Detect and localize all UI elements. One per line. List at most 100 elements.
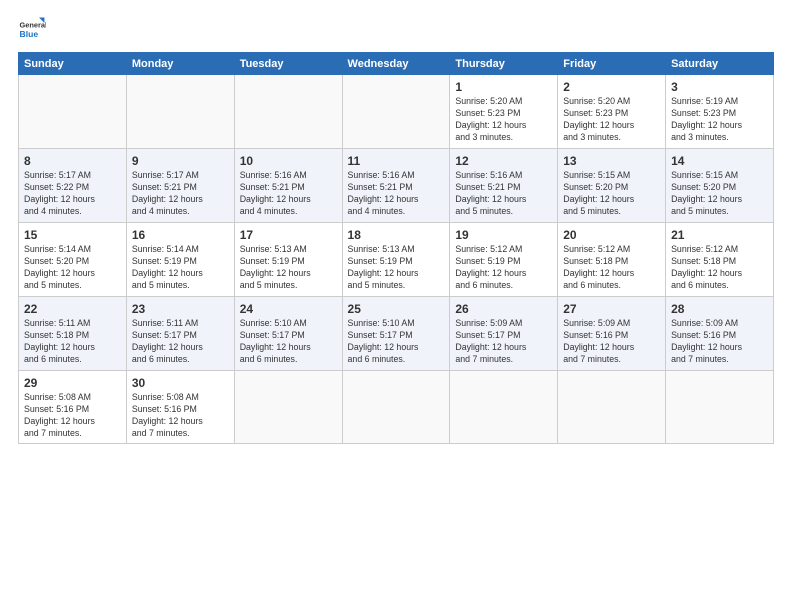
day-number: 16 [132, 227, 229, 243]
calendar-cell: 28Sunrise: 5:09 AMSunset: 5:16 PMDayligh… [666, 297, 774, 371]
day-number: 14 [671, 153, 768, 169]
day-number: 17 [240, 227, 337, 243]
day-info: Sunrise: 5:15 AMSunset: 5:20 PMDaylight:… [563, 170, 660, 218]
day-info: Sunrise: 5:14 AMSunset: 5:19 PMDaylight:… [132, 244, 229, 292]
calendar-cell: 19Sunrise: 5:12 AMSunset: 5:19 PMDayligh… [450, 223, 558, 297]
day-number: 1 [455, 79, 552, 95]
day-info: Sunrise: 5:16 AMSunset: 5:21 PMDaylight:… [455, 170, 552, 218]
calendar-header-row: SundayMondayTuesdayWednesdayThursdayFrid… [19, 53, 774, 75]
header-thursday: Thursday [450, 53, 558, 75]
calendar-cell: 20Sunrise: 5:12 AMSunset: 5:18 PMDayligh… [558, 223, 666, 297]
day-number: 9 [132, 153, 229, 169]
day-info: Sunrise: 5:11 AMSunset: 5:18 PMDaylight:… [24, 318, 121, 366]
header-saturday: Saturday [666, 53, 774, 75]
calendar-week-row: 1Sunrise: 5:20 AMSunset: 5:23 PMDaylight… [19, 75, 774, 149]
calendar-cell: 9Sunrise: 5:17 AMSunset: 5:21 PMDaylight… [126, 149, 234, 223]
day-info: Sunrise: 5:19 AMSunset: 5:23 PMDaylight:… [671, 96, 768, 144]
calendar-week-row: 8Sunrise: 5:17 AMSunset: 5:22 PMDaylight… [19, 149, 774, 223]
calendar-cell [342, 75, 450, 149]
day-info: Sunrise: 5:10 AMSunset: 5:17 PMDaylight:… [348, 318, 445, 366]
day-number: 29 [24, 375, 121, 391]
calendar-cell [342, 371, 450, 444]
calendar-cell: 30Sunrise: 5:08 AMSunset: 5:16 PMDayligh… [126, 371, 234, 444]
calendar-cell: 17Sunrise: 5:13 AMSunset: 5:19 PMDayligh… [234, 223, 342, 297]
day-info: Sunrise: 5:16 AMSunset: 5:21 PMDaylight:… [240, 170, 337, 218]
day-number: 12 [455, 153, 552, 169]
day-number: 8 [24, 153, 121, 169]
calendar-cell: 21Sunrise: 5:12 AMSunset: 5:18 PMDayligh… [666, 223, 774, 297]
calendar-cell: 13Sunrise: 5:15 AMSunset: 5:20 PMDayligh… [558, 149, 666, 223]
day-number: 10 [240, 153, 337, 169]
calendar-cell [558, 371, 666, 444]
day-number: 30 [132, 375, 229, 391]
logo-icon: General Blue [18, 16, 46, 44]
calendar-cell: 29Sunrise: 5:08 AMSunset: 5:16 PMDayligh… [19, 371, 127, 444]
calendar-cell: 12Sunrise: 5:16 AMSunset: 5:21 PMDayligh… [450, 149, 558, 223]
day-number: 2 [563, 79, 660, 95]
header-sunday: Sunday [19, 53, 127, 75]
calendar-cell [234, 75, 342, 149]
calendar-cell: 16Sunrise: 5:14 AMSunset: 5:19 PMDayligh… [126, 223, 234, 297]
day-number: 13 [563, 153, 660, 169]
calendar-week-row: 29 Sunrise: 5:08 AMSunset: 5:16 PMDayligh… [19, 371, 774, 444]
day-info: Sunrise: 5:13 AMSunset: 5:19 PMDaylight:… [240, 244, 337, 292]
calendar-cell: 15Sunrise: 5:14 AMSunset: 5:20 PMDayligh… [19, 223, 127, 297]
calendar-body: 1Sunrise: 5:20 AMSunset: 5:23 PMDaylight… [19, 75, 774, 444]
day-number: 21 [671, 227, 768, 243]
header-friday: Friday [558, 53, 666, 75]
logo: General Blue [18, 16, 46, 44]
calendar-week-row: 22Sunrise: 5:11 AMSunset: 5:18 PMDayligh… [19, 297, 774, 371]
calendar-cell: 1Sunrise: 5:20 AMSunset: 5:23 PMDaylight… [450, 75, 558, 149]
day-info: Sunrise: 5:09 AMSunset: 5:16 PMDaylight:… [563, 318, 660, 366]
calendar-cell: 25Sunrise: 5:10 AMSunset: 5:17 PMDayligh… [342, 297, 450, 371]
day-info: Sunrise: 5:17 AMSunset: 5:22 PMDaylight:… [24, 170, 121, 218]
calendar-cell [19, 75, 127, 149]
day-number: 19 [455, 227, 552, 243]
day-info: Sunrise: 5:09 AMSunset: 5:16 PMDaylight:… [671, 318, 768, 366]
day-number: 3 [671, 79, 768, 95]
calendar-cell: 2Sunrise: 5:20 AMSunset: 5:23 PMDaylight… [558, 75, 666, 149]
header-wednesday: Wednesday [342, 53, 450, 75]
calendar-cell: 27Sunrise: 5:09 AMSunset: 5:16 PMDayligh… [558, 297, 666, 371]
day-info: Sunrise: 5:10 AMSunset: 5:17 PMDaylight:… [240, 318, 337, 366]
day-info: Sunrise: 5:09 AMSunset: 5:17 PMDaylight:… [455, 318, 552, 366]
calendar-cell: 11Sunrise: 5:16 AMSunset: 5:21 PMDayligh… [342, 149, 450, 223]
day-info: Sunrise: 5:08 AMSunset: 5:16 PMDaylight:… [132, 392, 229, 440]
calendar-week-row: 15Sunrise: 5:14 AMSunset: 5:20 PMDayligh… [19, 223, 774, 297]
calendar-cell: 14Sunrise: 5:15 AMSunset: 5:20 PMDayligh… [666, 149, 774, 223]
calendar-cell: 22Sunrise: 5:11 AMSunset: 5:18 PMDayligh… [19, 297, 127, 371]
day-number: 28 [671, 301, 768, 317]
header-tuesday: Tuesday [234, 53, 342, 75]
calendar-cell [666, 371, 774, 444]
day-number: 27 [563, 301, 660, 317]
day-number: 25 [348, 301, 445, 317]
day-info: Sunrise: 5:20 AMSunset: 5:23 PMDaylight:… [455, 96, 552, 144]
page-header: General Blue [18, 16, 774, 44]
day-number: 22 [24, 301, 121, 317]
day-info: Sunrise: 5:12 AMSunset: 5:19 PMDaylight:… [455, 244, 552, 292]
day-info: Sunrise: 5:11 AMSunset: 5:17 PMDaylight:… [132, 318, 229, 366]
day-info: Sunrise: 5:20 AMSunset: 5:23 PMDaylight:… [563, 96, 660, 144]
day-number: 23 [132, 301, 229, 317]
day-info: Sunrise: 5:12 AMSunset: 5:18 PMDaylight:… [563, 244, 660, 292]
svg-text:Blue: Blue [20, 29, 39, 39]
day-number: 15 [24, 227, 121, 243]
day-number: 24 [240, 301, 337, 317]
calendar-cell [126, 75, 234, 149]
day-number: 20 [563, 227, 660, 243]
day-info: Sunrise: 5:12 AMSunset: 5:18 PMDaylight:… [671, 244, 768, 292]
day-info: Sunrise: 5:15 AMSunset: 5:20 PMDaylight:… [671, 170, 768, 218]
day-info: Sunrise: 5:14 AMSunset: 5:20 PMDaylight:… [24, 244, 121, 292]
day-number: 26 [455, 301, 552, 317]
calendar-cell: 23Sunrise: 5:11 AMSunset: 5:17 PMDayligh… [126, 297, 234, 371]
day-number: 11 [348, 153, 445, 169]
calendar-cell: 24Sunrise: 5:10 AMSunset: 5:17 PMDayligh… [234, 297, 342, 371]
calendar-cell: 3Sunrise: 5:19 AMSunset: 5:23 PMDaylight… [666, 75, 774, 149]
day-number: 18 [348, 227, 445, 243]
calendar-cell [450, 371, 558, 444]
calendar-cell [234, 371, 342, 444]
calendar-cell: 10Sunrise: 5:16 AMSunset: 5:21 PMDayligh… [234, 149, 342, 223]
calendar-table: SundayMondayTuesdayWednesdayThursdayFrid… [18, 52, 774, 444]
calendar-cell: 26Sunrise: 5:09 AMSunset: 5:17 PMDayligh… [450, 297, 558, 371]
day-info: Sunrise: 5:16 AMSunset: 5:21 PMDaylight:… [348, 170, 445, 218]
